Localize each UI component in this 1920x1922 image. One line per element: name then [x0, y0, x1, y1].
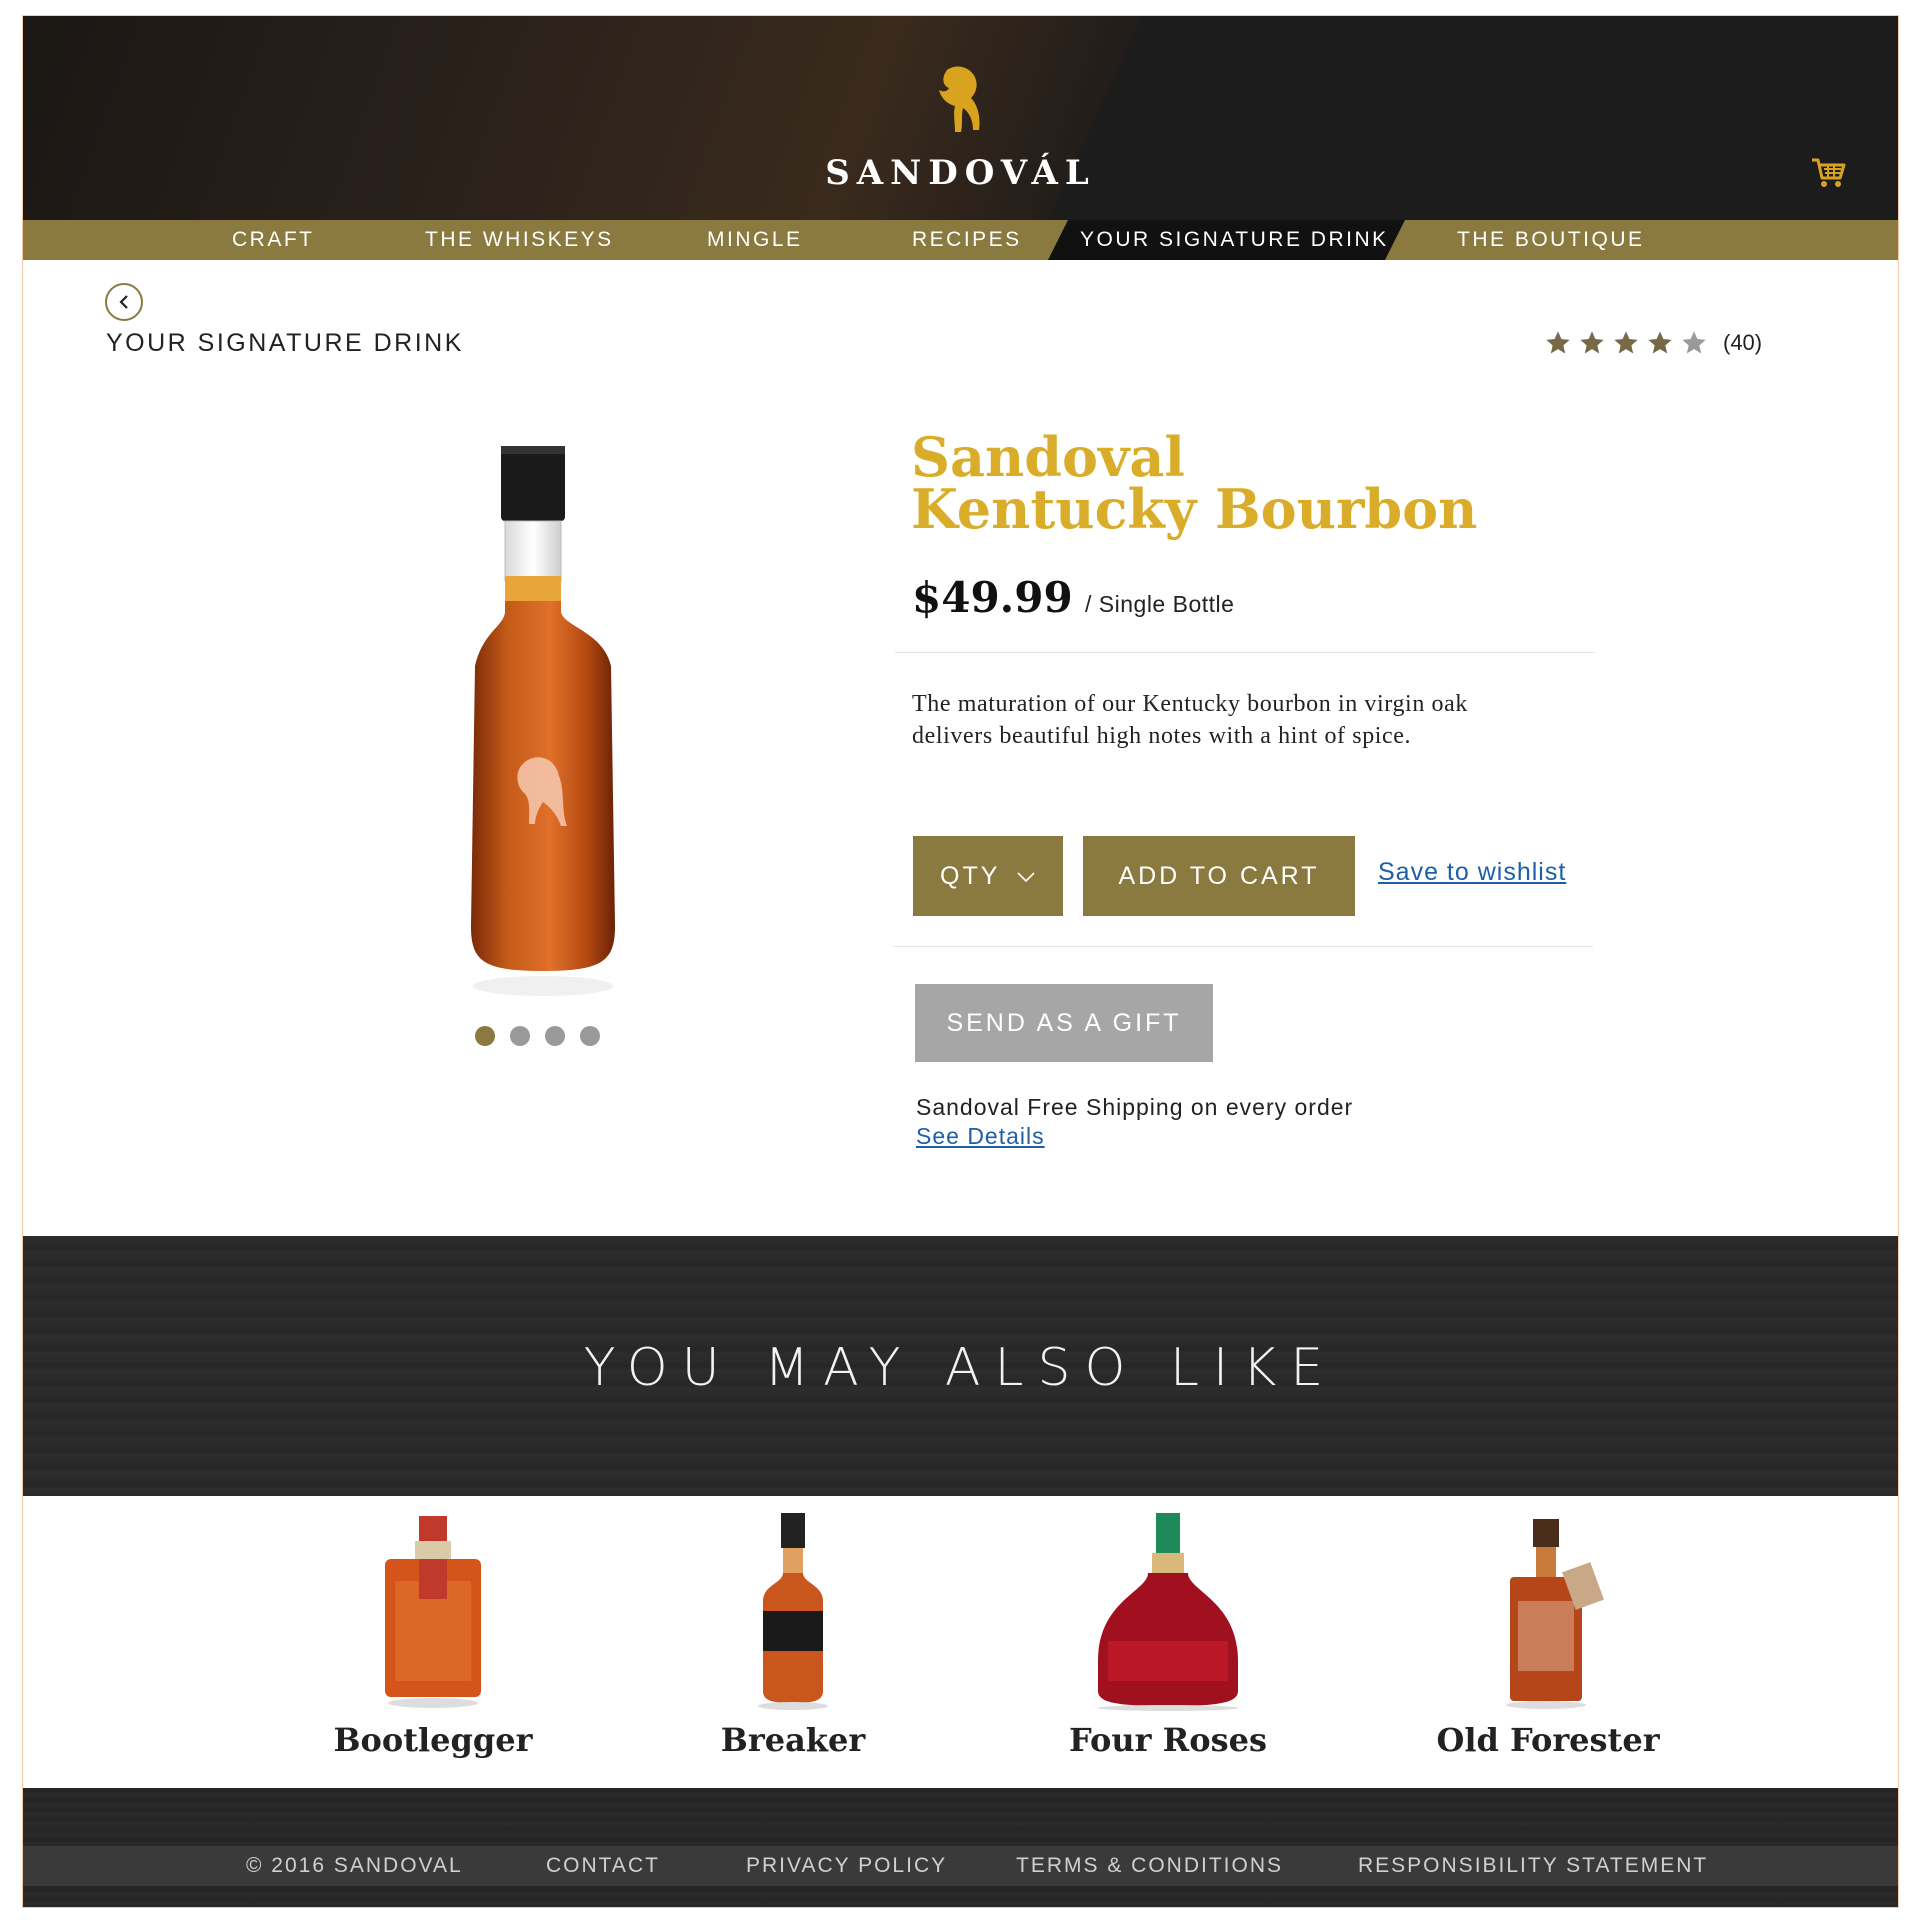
recommended-product-card[interactable]	[643, 1511, 943, 1711]
nav-item-craft[interactable]: CRAFT	[232, 220, 315, 260]
four-roses-bottle-image	[1098, 1513, 1238, 1711]
nav-item-the-boutique[interactable]: THE BOUTIQUE	[1457, 220, 1645, 260]
recommended-product-name[interactable]: Bootlegger	[283, 1721, 583, 1759]
see-details-link[interactable]: See Details	[916, 1123, 1045, 1150]
save-to-wishlist-link[interactable]: Save to wishlist	[1378, 858, 1566, 887]
cart-icon[interactable]	[1810, 156, 1848, 190]
recommended-product-name[interactable]: Old Forester	[1398, 1721, 1698, 1759]
section-label: YOUR SIGNATURE DRINK	[106, 329, 464, 357]
nav-item-recipes[interactable]: RECIPES	[912, 220, 1022, 260]
brand-logo[interactable]	[23, 64, 1898, 136]
breaker-bottle-image	[758, 1513, 828, 1710]
price-unit: / Single Bottle	[1085, 591, 1235, 617]
product-description: The maturation of our Kentucky bourbon i…	[912, 691, 1468, 749]
star-icon	[1580, 331, 1604, 354]
star-icon	[1614, 331, 1638, 354]
recommended-product-card[interactable]	[1398, 1511, 1698, 1711]
footer-link-contact[interactable]: CONTACT	[546, 1854, 660, 1878]
bootlegger-bottle-image	[385, 1516, 481, 1708]
recommended-product-card[interactable]	[283, 1511, 583, 1711]
also-like-title: YOU MAY ALSO LIKE	[583, 1338, 1338, 1398]
product-title-line2: Kentucky Bourbon	[911, 477, 1478, 541]
product-price: $49.99	[912, 573, 1073, 622]
footer-link-privacy-policy[interactable]: PRIVACY POLICY	[746, 1854, 947, 1878]
carousel-dot[interactable]	[580, 1026, 600, 1046]
recommended-product-name[interactable]: Four Roses	[1018, 1721, 1318, 1759]
product-title-line1: Sandoval	[911, 425, 1185, 489]
nav-item-mingle[interactable]: MINGLE	[707, 220, 803, 260]
back-arrow-icon	[119, 295, 128, 309]
chevron-down-icon	[1017, 872, 1035, 883]
page-frame: SANDOVÁL CRAFT THE WHISKEYS MINGLE RECIP…	[22, 15, 1899, 1908]
rating-count: (40)	[1723, 330, 1763, 355]
qty-dropdown[interactable]: QTY	[913, 836, 1063, 916]
site-header: SANDOVÁL	[23, 16, 1898, 220]
carousel-dot[interactable]	[510, 1026, 530, 1046]
add-to-cart-button[interactable]: ADD TO CART	[1083, 836, 1355, 916]
qty-label: QTY	[940, 862, 1000, 890]
brand-wordmark[interactable]: SANDOVÁL	[23, 153, 1898, 193]
carousel-dot[interactable]	[545, 1026, 565, 1046]
product-title: Sandoval Kentucky Bourbon	[911, 425, 1551, 541]
star-icon	[1682, 331, 1706, 354]
star-icon	[1546, 331, 1570, 354]
shipping-text: Sandoval Free Shipping on every order	[916, 1094, 1354, 1120]
main-nav: CRAFT THE WHISKEYS MINGLE RECIPES YOUR S…	[23, 220, 1898, 260]
back-button[interactable]	[105, 283, 143, 321]
send-as-gift-button[interactable]: SEND AS A GIFT	[915, 984, 1213, 1062]
footer-link-responsibility-statement[interactable]: RESPONSIBILITY STATEMENT	[1358, 1854, 1708, 1878]
horse-logo-icon	[938, 66, 980, 132]
divider	[893, 946, 1593, 947]
carousel-dot[interactable]	[475, 1026, 495, 1046]
footer-copyright: © 2016 SANDOVAL	[246, 1854, 463, 1877]
product-rating[interactable]: (40)	[1543, 329, 1762, 357]
nav-item-the-whiskeys[interactable]: THE WHISKEYS	[425, 220, 614, 260]
recommended-product-name[interactable]: Breaker	[643, 1721, 943, 1759]
star-icon	[1648, 331, 1672, 354]
recommended-product-card[interactable]	[1018, 1511, 1318, 1711]
product-image[interactable]	[443, 426, 643, 1011]
bourbon-bottle-image	[471, 446, 615, 996]
old-forester-bottle-image	[1506, 1519, 1604, 1709]
nav-item-your-signature-drink[interactable]: YOUR SIGNATURE DRINK	[1080, 220, 1389, 260]
divider	[895, 652, 1595, 653]
image-carousel-dots	[475, 1026, 615, 1046]
footer-link-terms-conditions[interactable]: TERMS & CONDITIONS	[1016, 1854, 1283, 1878]
